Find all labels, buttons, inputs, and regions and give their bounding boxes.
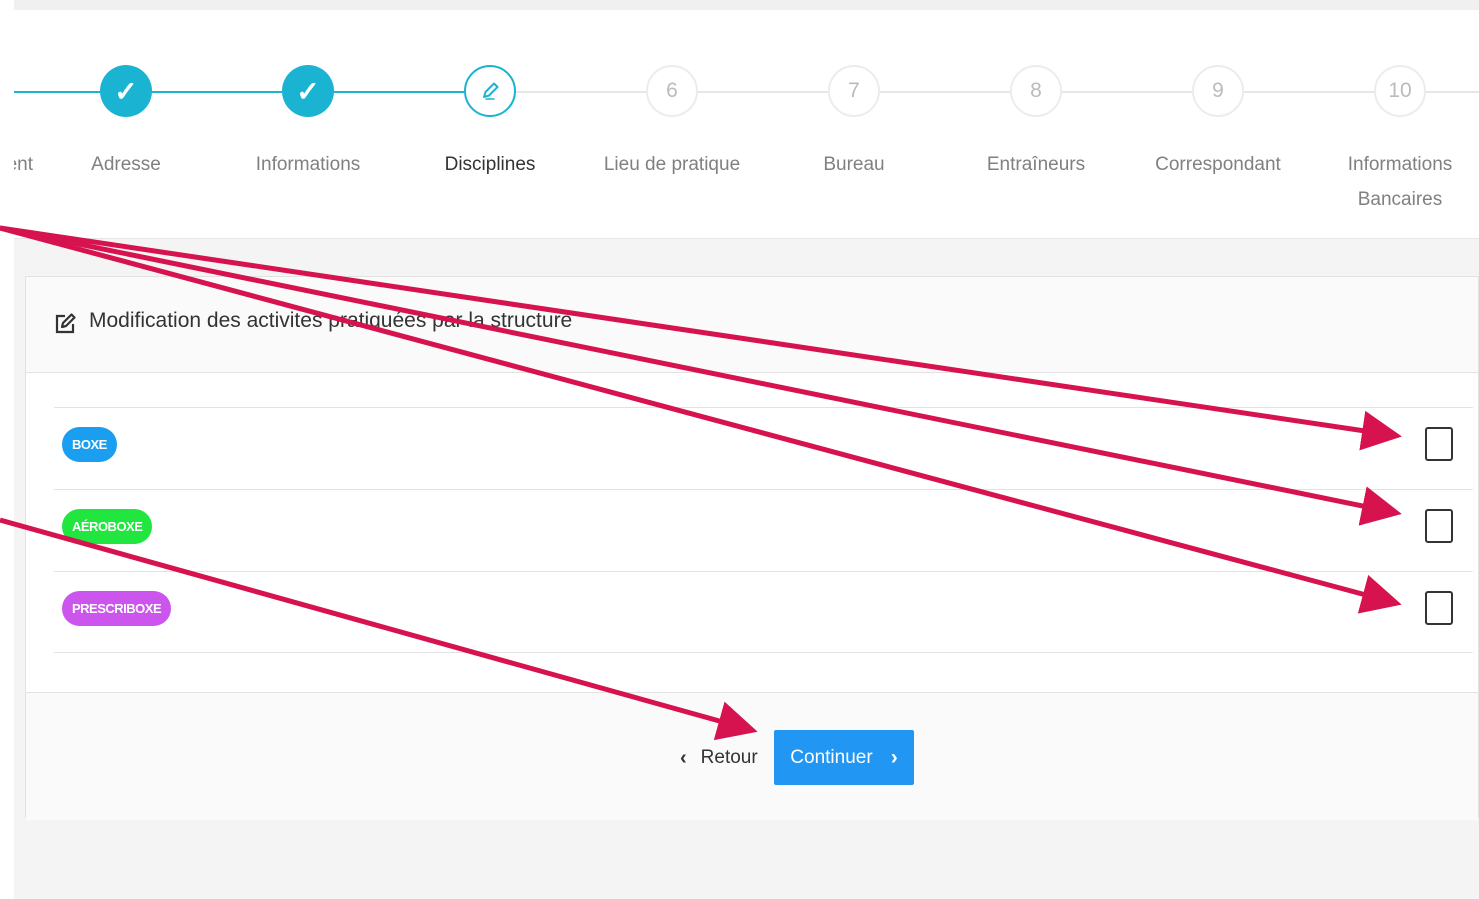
card-title: Modification des activites pratiquées pa…: [89, 309, 573, 332]
card-footer: ‹ Retour Continuer ›: [26, 692, 1478, 820]
step-adresse-check-icon[interactable]: ✓: [100, 65, 152, 117]
stepper-connector: [516, 91, 646, 93]
chevron-right-icon: ›: [890, 745, 898, 769]
page: ✓ ✓ 6 7 8 9 10 ent Adresse Informations …: [0, 0, 1479, 899]
disciplines-card: Modification des activites pratiquées pa…: [25, 276, 1479, 820]
step-label-informations: Informations: [255, 154, 361, 175]
pencil-icon: [483, 82, 499, 100]
stepper-connector: [14, 91, 100, 93]
step-label-correspondant: Correspondant: [1155, 154, 1281, 175]
discipline-badge-boxe: BOXE: [62, 427, 117, 462]
stepper-connector: [880, 91, 1010, 93]
card-header: Modification des activites pratiquées pa…: [26, 277, 1478, 373]
step-label-adresse: Adresse: [91, 154, 161, 175]
step-label-bureau: Bureau: [823, 154, 885, 175]
stepper-connector: [1426, 91, 1479, 93]
step-label-disciplines: Disciplines: [444, 154, 536, 175]
checkbox-aeroboxe[interactable]: [1425, 509, 1453, 543]
discipline-badge-prescriboxe: PRESCRIBOXE: [62, 591, 172, 626]
step-label-informations-bancaires: Informations Bancaires: [1347, 154, 1453, 210]
top-strip: [14, 0, 1479, 10]
step-disciplines-pencil-icon[interactable]: [464, 65, 516, 117]
edit-icon: [53, 312, 77, 341]
stepper: ✓ ✓ 6 7 8 9 10 ent Adresse Informations …: [7, 10, 1479, 239]
stepper-connector: [334, 91, 464, 93]
discipline-row: AÉROBOXE: [54, 489, 1473, 571]
step-label-entraineurs: Entraîneurs: [986, 154, 1086, 175]
continue-button-label: Continuer: [790, 746, 873, 768]
continue-button[interactable]: Continuer ›: [774, 730, 914, 785]
stepper-connector: [1062, 91, 1192, 93]
checkbox-prescriboxe[interactable]: [1425, 591, 1453, 625]
step-8-circle[interactable]: 8: [1010, 65, 1062, 117]
stepper-connector: [152, 91, 282, 93]
left-edge: [0, 0, 14, 899]
discipline-row: BOXE: [54, 407, 1473, 489]
checkbox-boxe[interactable]: [1425, 427, 1453, 461]
back-button[interactable]: ‹ Retour: [674, 731, 764, 785]
back-button-label: Retour: [700, 747, 758, 768]
step-label-lieu-de-pratique: Lieu de pratique: [603, 154, 741, 175]
step-10-circle[interactable]: 10: [1374, 65, 1426, 117]
step-7-circle[interactable]: 7: [828, 65, 880, 117]
step-informations-check-icon[interactable]: ✓: [282, 65, 334, 117]
step-9-circle[interactable]: 9: [1192, 65, 1244, 117]
discipline-row: PRESCRIBOXE: [54, 571, 1473, 653]
discipline-badge-aeroboxe: AÉROBOXE: [62, 509, 153, 544]
stepper-connector: [698, 91, 828, 93]
chevron-left-icon: ‹: [680, 746, 687, 769]
step-6-circle[interactable]: 6: [646, 65, 698, 117]
stepper-connector: [1244, 91, 1374, 93]
